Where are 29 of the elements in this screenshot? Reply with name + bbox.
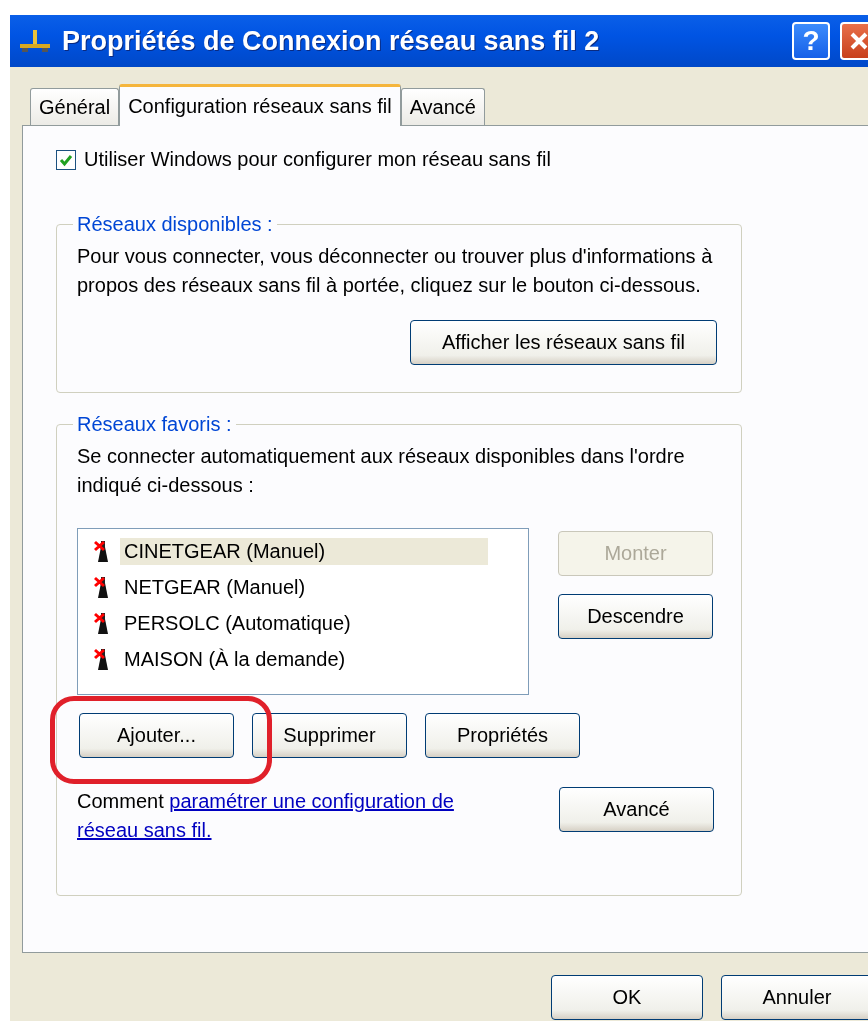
list-action-button[interactable]: Supprimer bbox=[252, 713, 407, 758]
move-button[interactable]: Descendre bbox=[558, 594, 713, 639]
description-text: Pour vous connecter, vous déconnecter ou trouver plus d'informations à propos des réseaux sans fil à portée, cliquez sur le bouton ci-dessous. bbox=[77, 244, 714, 298]
list-action-button[interactable]: Propriétés bbox=[425, 713, 580, 758]
close-button[interactable] bbox=[840, 22, 868, 60]
dialog-button[interactable]: OK bbox=[551, 975, 703, 1020]
checkbox[interactable] bbox=[56, 149, 76, 170]
network-item[interactable]: PERSOLC (Automatique) bbox=[120, 609, 488, 637]
view-networks-button[interactable]: Afficher les réseaux sans fil bbox=[410, 320, 717, 365]
advanced-button[interactable]: Avancé bbox=[559, 787, 714, 832]
checkbox-label: Utiliser Windows pour configurer mon réseau sans fil bbox=[84, 148, 551, 171]
help-link[interactable]: réseau sans fil. bbox=[77, 819, 212, 841]
network-item[interactable]: CINETGEAR (Manuel) bbox=[120, 537, 488, 565]
description-text: Se connecter automatiquement aux réseaux disponibles dans l'ordre indiqué ci-dessous : bbox=[77, 444, 686, 498]
tab[interactable]: Général bbox=[30, 88, 120, 125]
help-button[interactable]: ? bbox=[792, 22, 830, 60]
network-item[interactable]: NETGEAR (Manuel) bbox=[120, 573, 488, 601]
close-icon bbox=[849, 31, 868, 51]
tab[interactable]: Avancé bbox=[400, 88, 485, 125]
group-title: Réseaux disponibles : bbox=[76, 213, 274, 236]
window-title: Propriétés de Connexion réseau sans fil 2 bbox=[62, 25, 601, 57]
help-text: Comment bbox=[77, 790, 164, 812]
list-action-button[interactable]: Ajouter... bbox=[79, 713, 234, 758]
network-icon bbox=[18, 28, 52, 54]
dialog-button[interactable]: Annuler bbox=[721, 975, 868, 1020]
network-item[interactable]: MAISON (À la demande) bbox=[120, 645, 488, 673]
group-title: Réseaux favoris : bbox=[76, 413, 233, 436]
help-link[interactable]: paramétrer une configuration de bbox=[169, 790, 454, 812]
tab[interactable]: Configuration réseaux sans fil bbox=[119, 84, 401, 126]
